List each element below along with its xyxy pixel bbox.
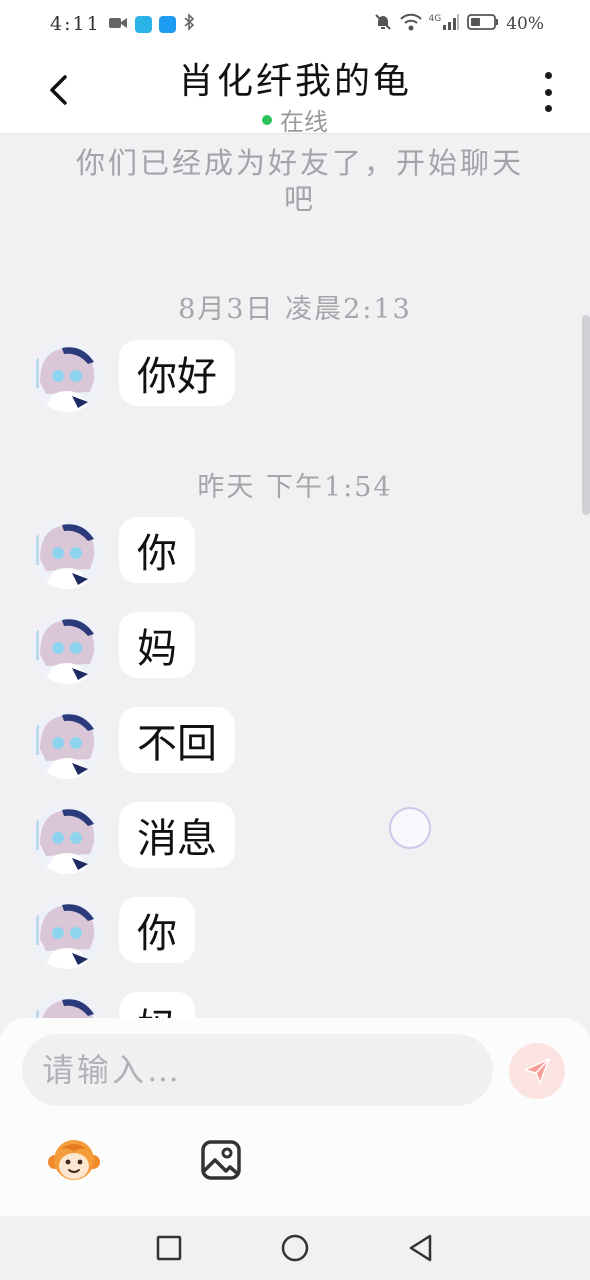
more-options-button[interactable] [536, 72, 560, 112]
scrollbar[interactable] [582, 315, 590, 515]
online-dot-icon [262, 114, 272, 125]
more-dot [544, 105, 552, 112]
wifi-icon [399, 13, 422, 36]
signal-icon [442, 13, 460, 36]
system-nav-bar [0, 1216, 590, 1280]
timestamp: 8月3日 凌晨2:13 [178, 294, 412, 325]
send-icon [524, 1058, 550, 1084]
message-input[interactable] [22, 1034, 493, 1106]
avatar[interactable] [32, 804, 102, 874]
avatar[interactable] [32, 709, 102, 779]
message-list[interactable]: 你们已经成为好友了，开始聊天吧 8月3日 凌晨2:13 你好 昨天 下午1:54 [0, 135, 590, 1018]
battery-icon [467, 13, 499, 36]
loading-spinner-icon [389, 807, 431, 849]
avatar[interactable] [32, 342, 102, 412]
message-bubble[interactable]: 你 [119, 517, 195, 583]
recent-apps-button[interactable] [153, 1232, 185, 1264]
more-dot [544, 88, 552, 96]
message-bubble[interactable]: 不回 [119, 707, 235, 773]
network-type-label: 4G [428, 14, 442, 24]
composer-panel [0, 1018, 590, 1216]
nav-back-button[interactable] [404, 1232, 436, 1264]
status-time: 4:11 [50, 13, 101, 35]
anime-avatar-icon [32, 342, 102, 412]
contact-name: 肖化纤我的龟 [177, 61, 412, 102]
bluetooth-icon [183, 12, 195, 36]
more-dot [544, 72, 552, 79]
avatar[interactable] [32, 899, 102, 969]
timestamp: 昨天 下午1:54 [197, 472, 393, 503]
chat-header: 肖化纤我的龟 在线 [0, 48, 590, 137]
anime-avatar-icon [32, 994, 102, 1018]
home-icon [281, 1234, 309, 1262]
anime-avatar-icon [32, 899, 102, 969]
anime-avatar-icon [32, 804, 102, 874]
image-button[interactable] [193, 1134, 249, 1186]
avatar[interactable] [32, 519, 102, 589]
recent-apps-icon [156, 1235, 182, 1261]
send-button[interactable] [509, 1043, 565, 1099]
system-message: 你们已经成为好友了，开始聊天吧 [75, 146, 524, 216]
message-bubble[interactable]: 妈 [119, 992, 195, 1018]
anime-avatar-icon [32, 709, 102, 779]
anime-avatar-icon [32, 614, 102, 684]
avatar[interactable] [32, 994, 102, 1018]
book-app-icon [134, 15, 152, 33]
message-bubble[interactable]: 消息 [119, 802, 235, 868]
message-bubble[interactable]: 妈 [119, 612, 195, 678]
back-icon [409, 1234, 432, 1262]
message-bubble[interactable]: 你好 [119, 340, 235, 406]
status-bar: 4:11 4G 40% [0, 0, 590, 48]
image-icon [201, 1140, 241, 1180]
online-status: 在线 [0, 102, 590, 137]
message-bubble[interactable]: 你 [119, 897, 195, 963]
search-app-icon [158, 15, 176, 33]
mute-bell-icon [373, 12, 393, 37]
battery-percent: 40% [506, 14, 544, 34]
emoji-monkey-icon [48, 1140, 100, 1180]
home-button[interactable] [279, 1232, 311, 1264]
video-camera-icon [108, 14, 128, 35]
online-status-label: 在线 [280, 108, 328, 136]
anime-avatar-icon [32, 519, 102, 589]
avatar[interactable] [32, 614, 102, 684]
emoji-button[interactable] [46, 1134, 102, 1186]
